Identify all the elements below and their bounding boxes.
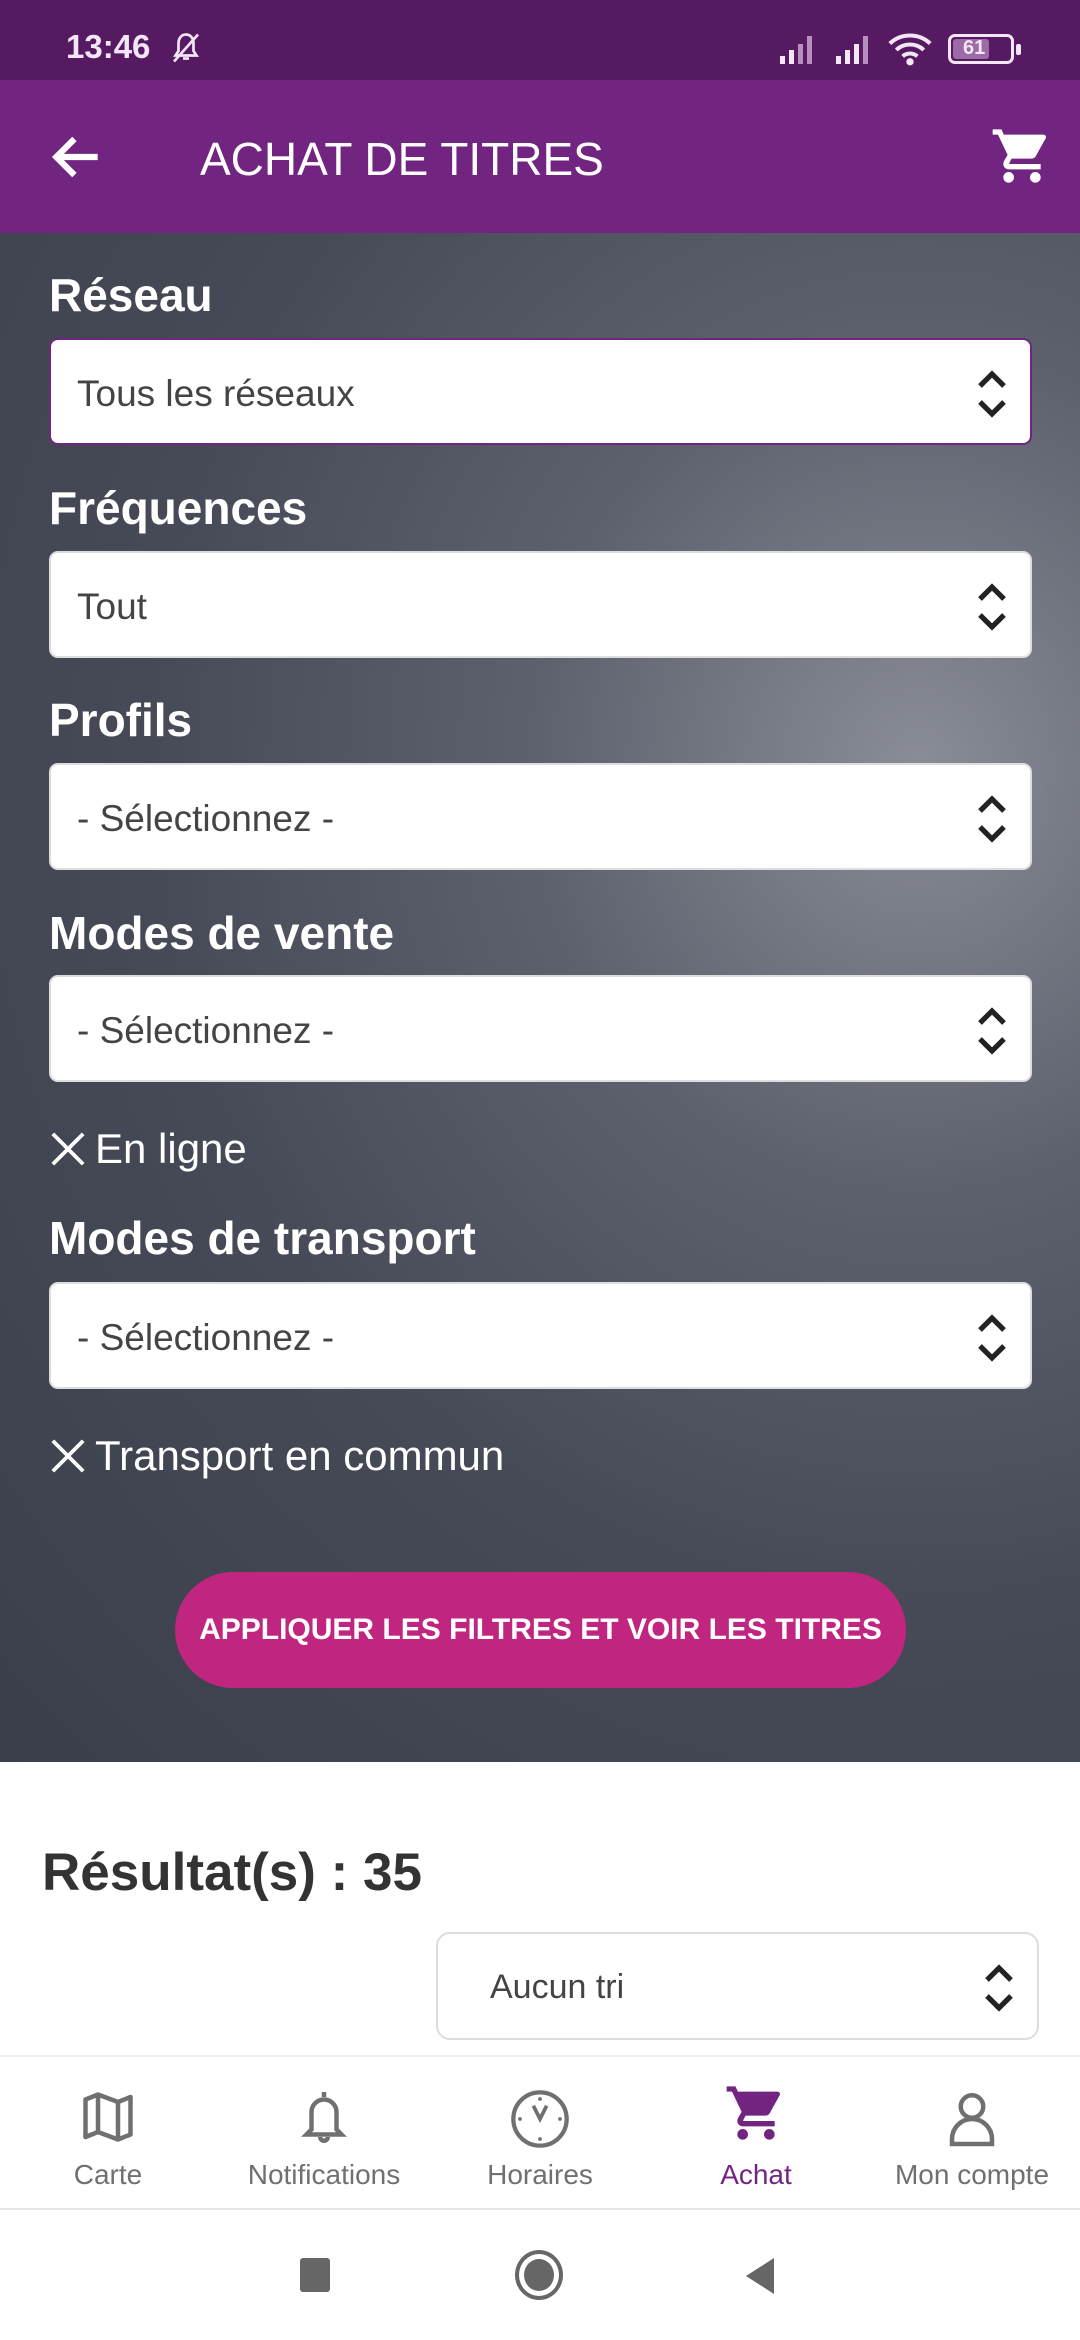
frequences-label: Fréquences [49, 482, 308, 534]
nav-achat[interactable]: Achat [648, 2057, 864, 2208]
bottom-nav: Carte Notifications Horaires Achat Mon c… [0, 2055, 1080, 2210]
chevron-up-down-icon [978, 583, 1006, 631]
results-count: Résultat(s) : 35 [42, 1843, 422, 1902]
chip-transport-en-commun[interactable]: Transport en commun [49, 1432, 504, 1480]
close-icon[interactable] [49, 1437, 87, 1475]
modes-vente-select[interactable]: - Sélectionnez - [49, 975, 1032, 1082]
signal-icon [780, 36, 812, 64]
battery-level: 61 [963, 37, 986, 59]
chip-en-ligne[interactable]: En ligne [49, 1125, 247, 1173]
nav-label: Carte [73, 2159, 143, 2190]
cart-icon[interactable] [990, 124, 1054, 188]
modes-transport-label: Modes de transport [49, 1212, 476, 1264]
nav-mon-compte[interactable]: Mon compte [864, 2057, 1080, 2208]
user-icon [949, 2093, 995, 2147]
status-bar: 13:46 61 [0, 0, 1080, 80]
back-arrow-icon[interactable] [46, 126, 108, 188]
nav-carte[interactable]: Carte [0, 2057, 216, 2208]
clock-icon [511, 2090, 569, 2148]
recents-button[interactable] [300, 2258, 330, 2292]
nav-label: Horaires [487, 2159, 593, 2190]
profils-select[interactable]: - Sélectionnez - [49, 763, 1032, 870]
chevron-up-down-icon [978, 795, 1006, 843]
nav-label: Notifications [247, 2159, 401, 2190]
sort-select[interactable]: Aucun tri [436, 1932, 1039, 2040]
nav-notifications[interactable]: Notifications [216, 2057, 432, 2208]
chevron-up-down-icon [978, 1314, 1006, 1362]
close-icon[interactable] [49, 1130, 87, 1168]
reseau-label: Réseau [49, 269, 213, 321]
nav-label: Mon compte [894, 2159, 1050, 2190]
modes-vente-value: - Sélectionnez - [77, 1010, 335, 1051]
modes-transport-select[interactable]: - Sélectionnez - [49, 1282, 1032, 1389]
cart-icon [726, 2086, 780, 2140]
chevron-up-down-icon [978, 370, 1006, 418]
chevron-up-down-icon [978, 1007, 1006, 1055]
modes-transport-value: - Sélectionnez - [77, 1317, 335, 1358]
reseau-value: Tous les réseaux [77, 373, 355, 414]
nav-label: Achat [720, 2159, 792, 2190]
bell-icon [301, 2092, 347, 2143]
profils-label: Profils [49, 694, 193, 746]
chip-label: Transport en commun [95, 1432, 505, 1479]
wifi-icon [888, 33, 932, 66]
mute-icon [172, 33, 200, 63]
signal-icon [836, 36, 868, 64]
system-nav-bar [0, 2210, 1080, 2340]
battery-icon: 61 [948, 34, 1021, 64]
modes-vente-label: Modes de vente [49, 907, 395, 959]
sort-value: Aucun tri [490, 1968, 625, 2006]
status-time: 13:46 [66, 28, 151, 65]
frequences-select[interactable]: Tout [49, 551, 1032, 658]
frequences-value: Tout [77, 586, 147, 627]
back-button[interactable] [742, 2256, 778, 2296]
profils-value: - Sélectionnez - [77, 798, 335, 839]
app-bar: ACHAT DE TITRES [0, 80, 1080, 233]
apply-filters-button[interactable]: APPLIQUER LES FILTRES ET VOIR LES TITRES [175, 1572, 906, 1688]
chip-label: En ligne [95, 1125, 247, 1172]
chevron-up-down-icon [985, 1964, 1013, 2012]
reseau-select[interactable]: Tous les réseaux [49, 338, 1032, 445]
nav-horaires[interactable]: Horaires [432, 2057, 648, 2208]
map-icon [83, 2092, 133, 2142]
page-title: ACHAT DE TITRES [200, 133, 604, 185]
home-button[interactable] [515, 2250, 563, 2300]
